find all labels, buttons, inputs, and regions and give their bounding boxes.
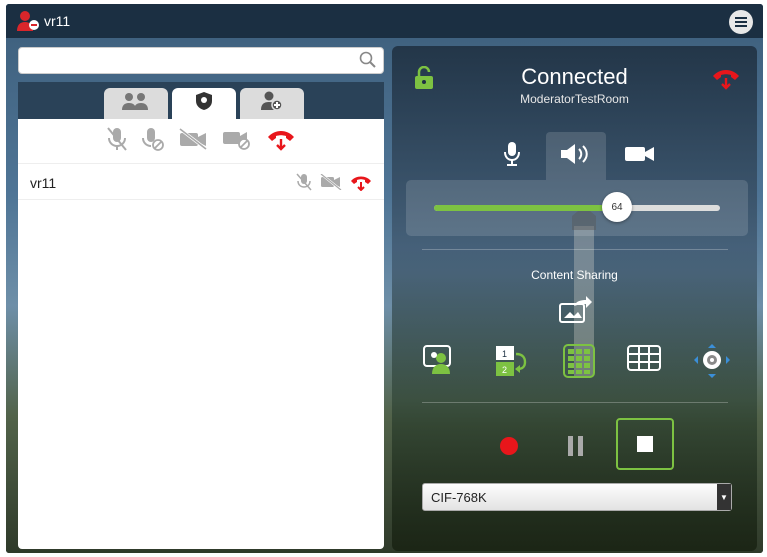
svg-text:1: 1 [502, 349, 507, 359]
volume-panel: 64 [406, 180, 748, 236]
table-layout-icon[interactable] [626, 344, 662, 377]
connection-status: Connected [521, 64, 628, 89]
participants-panel: vr11 [18, 119, 384, 549]
video-muted-icon[interactable] [320, 173, 342, 195]
mute-all-video-icon[interactable] [178, 127, 208, 155]
volume-slider[interactable]: 64 [434, 192, 720, 222]
quality-select[interactable]: CIF-768K ▼ [422, 483, 732, 511]
stop-icon [637, 436, 653, 452]
list-item[interactable]: vr11 [18, 167, 384, 200]
divider [422, 249, 728, 250]
mic-muted-icon[interactable] [296, 173, 312, 196]
user-remove-icon[interactable] [16, 10, 40, 37]
search-box [18, 47, 384, 75]
content-sharing-label: Content Sharing [531, 268, 618, 282]
disconnect-all-icon[interactable] [266, 127, 296, 156]
mute-all-video-soft-icon[interactable] [222, 128, 252, 155]
speaker-icon [560, 143, 592, 170]
volume-value: 64 [611, 201, 623, 213]
mute-all-mic-icon[interactable] [106, 126, 128, 157]
tab-participants[interactable] [104, 88, 168, 119]
pause-icon[interactable] [568, 436, 584, 456]
quality-select-value: CIF-768K [431, 490, 487, 505]
tab-speaker[interactable] [546, 132, 606, 180]
record-icon[interactable] [500, 437, 518, 455]
call-panel: Connected ModeratorTestRoom 64 Content S… [392, 46, 757, 551]
search-input[interactable] [19, 48, 359, 75]
mute-all-mic-soft-icon[interactable] [142, 126, 164, 157]
window-title: vr11 [44, 13, 71, 29]
layout-controls: 12 [422, 344, 732, 378]
participant-status-icons [296, 173, 372, 196]
title-bar: vr11 [6, 4, 763, 38]
camera-icon [624, 145, 656, 168]
tab-add-user[interactable] [240, 88, 304, 119]
chevron-down-icon[interactable]: ▼ [717, 484, 731, 510]
svg-text:2: 2 [502, 365, 507, 375]
moderation-controls [18, 119, 384, 164]
media-tabs [482, 132, 672, 180]
participants-icon [119, 92, 153, 115]
participant-name: vr11 [30, 175, 57, 191]
swap-layout-icon[interactable]: 12 [494, 344, 528, 383]
room-name: ModeratorTestRoom [520, 92, 629, 106]
microphone-icon [503, 141, 521, 172]
tab-moderator[interactable] [172, 88, 236, 119]
grid-layout-icon[interactable] [562, 344, 596, 383]
hamburger-menu-icon[interactable] [729, 10, 753, 34]
share-screen-icon[interactable] [558, 296, 592, 329]
camera-control-icon[interactable] [694, 344, 730, 383]
self-view-icon[interactable] [422, 344, 456, 379]
divider [422, 402, 728, 403]
app-window: vr11 vr11 Connected ModeratorTestRoom 64… [6, 4, 763, 553]
tab-microphone[interactable] [482, 132, 542, 180]
recording-controls [392, 418, 757, 474]
volume-knob[interactable]: 64 [602, 192, 633, 222]
tab-camera[interactable] [610, 132, 670, 180]
stop-button[interactable] [616, 418, 674, 470]
moderator-badge-icon [196, 92, 212, 115]
hangup-icon[interactable] [350, 173, 372, 196]
search-icon[interactable] [359, 51, 377, 74]
add-user-icon [261, 91, 283, 116]
tab-strip [18, 82, 384, 119]
volume-fill [434, 205, 618, 211]
